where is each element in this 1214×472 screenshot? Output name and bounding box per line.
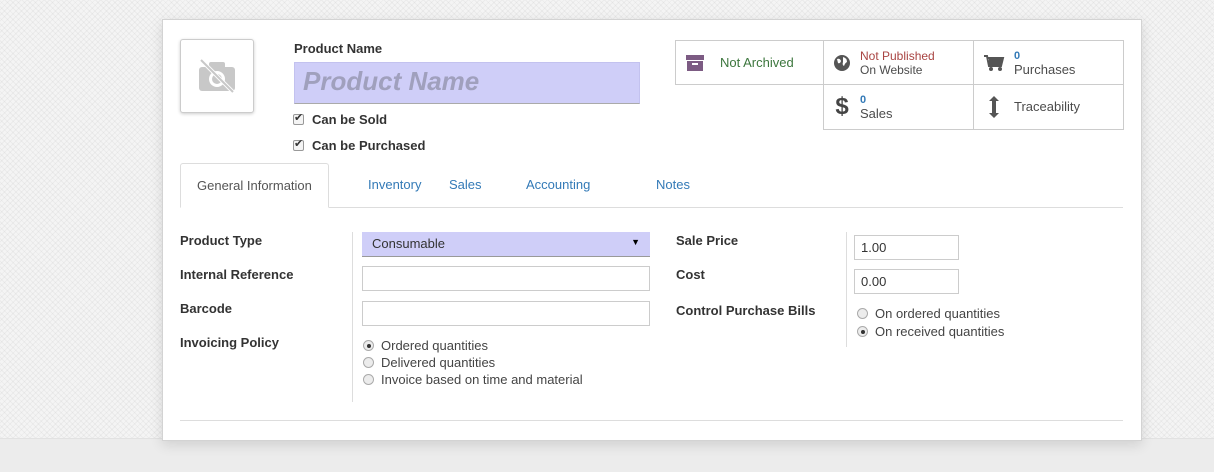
can-be-purchased-label: Can be Purchased	[312, 138, 426, 153]
page-footer-band	[0, 438, 1214, 472]
website-sub-label: On Website	[860, 62, 923, 77]
purchases-count: 0	[1014, 49, 1021, 62]
cost-input[interactable]: 0.00	[854, 269, 959, 294]
traceability-button[interactable]: Traceability	[973, 84, 1124, 130]
column-divider	[846, 232, 847, 347]
can-be-sold-label: Can be Sold	[312, 112, 388, 127]
caret-down-icon: ▼	[631, 237, 640, 247]
tab-notes[interactable]: Notes	[656, 163, 690, 207]
product-form-sheet: Product Name Product Name Can be Sold Ca…	[162, 19, 1142, 441]
radio-empty-icon[interactable]	[363, 374, 374, 385]
radio-selected-icon[interactable]	[363, 340, 374, 351]
traceability-label: Traceability	[1014, 99, 1080, 114]
product-name-label: Product Name	[294, 41, 383, 56]
form-bottom-divider	[180, 420, 1123, 421]
purchases-label: Purchases	[1014, 61, 1076, 77]
radio-empty-icon[interactable]	[363, 357, 374, 368]
checkbox-checked-icon[interactable]	[293, 137, 304, 151]
column-divider	[352, 232, 353, 402]
internal-reference-input[interactable]	[362, 266, 650, 291]
smart-button-box: Not Archived Not Published On Website 0 …	[675, 40, 1124, 130]
control-purchase-bills-label: Control Purchase Bills	[676, 303, 816, 318]
radio-selected-icon[interactable]	[857, 326, 868, 337]
product-type-select[interactable]: Consumable ▼	[362, 232, 650, 257]
website-status-label: Not Published	[860, 48, 935, 63]
globe-icon	[824, 54, 860, 72]
archive-toggle-button[interactable]: Not Archived	[675, 40, 824, 85]
product-image[interactable]	[180, 39, 254, 113]
radio-empty-icon[interactable]	[857, 308, 868, 319]
purchase-bills-option-ordered[interactable]: On ordered quantities	[857, 306, 1000, 321]
product-name-input[interactable]: Product Name	[294, 62, 640, 104]
can-be-sold-checkbox[interactable]: Can be Sold	[293, 111, 388, 127]
checkbox-checked-icon[interactable]	[293, 111, 304, 125]
website-publish-button[interactable]: Not Published On Website	[823, 40, 974, 85]
sales-label: Sales	[860, 106, 893, 121]
purchases-button[interactable]: 0 Purchases	[973, 40, 1124, 85]
tab-accounting[interactable]: Accounting	[526, 163, 590, 207]
invoicing-option-delivered[interactable]: Delivered quantities	[363, 355, 495, 370]
internal-reference-label: Internal Reference	[180, 267, 294, 282]
no-camera-icon	[199, 58, 235, 94]
product-type-label: Product Type	[180, 233, 263, 248]
sales-button[interactable]: $ 0 Sales	[823, 84, 974, 130]
invoicing-option-ordered[interactable]: Ordered quantities	[363, 338, 488, 353]
product-type-value: Consumable	[372, 236, 445, 251]
tab-general-information[interactable]: General Information	[180, 163, 329, 208]
purchase-bills-option-received[interactable]: On received quantities	[857, 324, 1004, 339]
barcode-input[interactable]	[362, 301, 650, 326]
can-be-purchased-checkbox[interactable]: Can be Purchased	[293, 137, 426, 153]
barcode-label: Barcode	[180, 301, 233, 316]
tab-sales[interactable]: Sales	[449, 163, 482, 207]
archive-icon	[676, 54, 714, 72]
cost-label: Cost	[676, 267, 705, 282]
tab-inventory[interactable]: Inventory	[368, 163, 421, 207]
invoicing-option-time-material[interactable]: Invoice based on time and material	[363, 372, 583, 387]
sales-count: 0	[860, 94, 867, 106]
arrows-vertical-icon	[974, 96, 1014, 118]
invoicing-policy-label: Invoicing Policy	[180, 335, 279, 350]
sale-price-label: Sale Price	[676, 233, 739, 248]
sale-price-input[interactable]: 1.00	[854, 235, 959, 260]
form-tabs: General Information Inventory Sales Acco…	[180, 163, 1123, 208]
dollar-icon: $	[835, 93, 849, 120]
cart-icon	[974, 54, 1014, 72]
